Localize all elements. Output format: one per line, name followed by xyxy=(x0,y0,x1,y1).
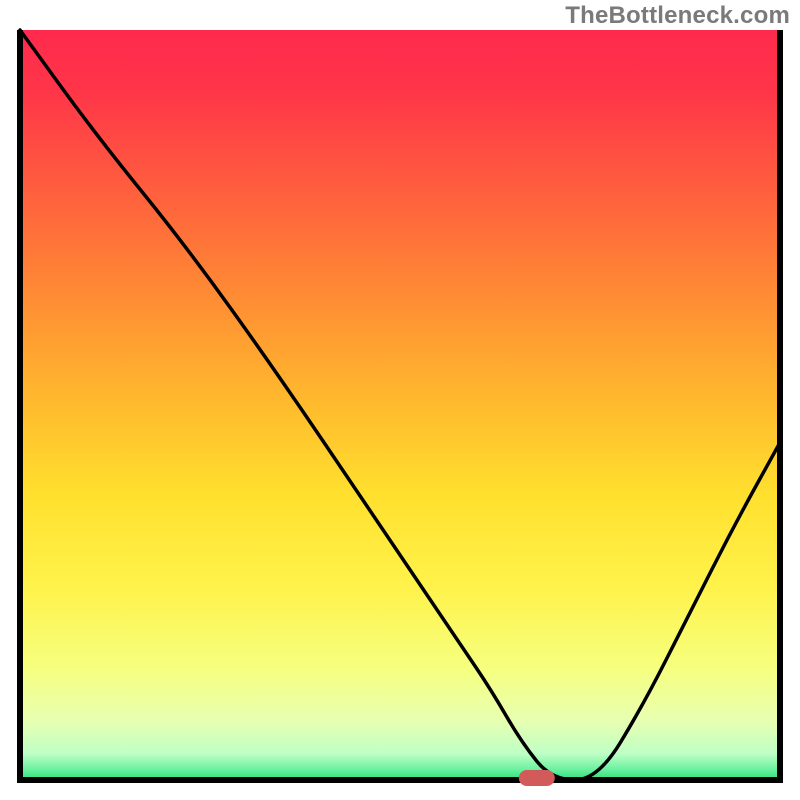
plot-area xyxy=(20,30,780,780)
optimum-marker xyxy=(519,770,555,786)
chart-frame: TheBottleneck.com xyxy=(0,0,800,800)
bottleneck-chart xyxy=(0,0,800,800)
watermark-text: TheBottleneck.com xyxy=(565,2,790,30)
